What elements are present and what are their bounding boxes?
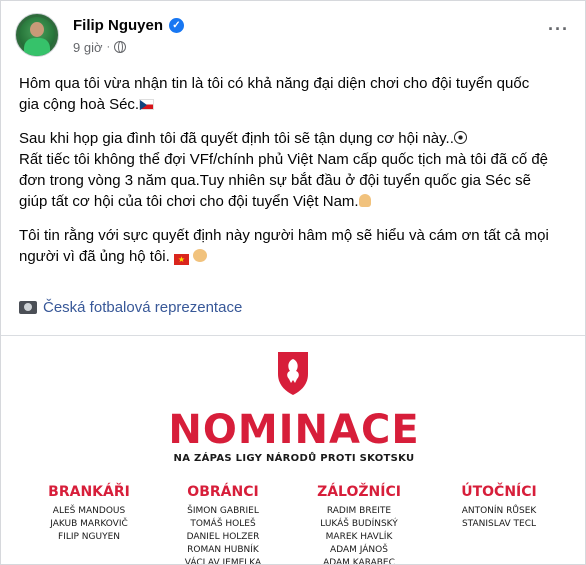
czech-football-crest-icon (278, 352, 308, 395)
paragraph-3: Tôi tin rằng với sực quyết định này ngườ… (19, 227, 549, 265)
column-midfielders: ZÁLOŽNÍCI RADIM BREITE LUKÁŠ BUDÍNSKÝ MA… (299, 483, 419, 565)
graphic-subtitle: NA ZÁPAS LIGY NÁRODŮ PROTI SKOTSKU (173, 453, 415, 464)
verified-badge-icon: ✓ (169, 17, 184, 33)
column-defenders: OBRÁNCI ŠIMON GABRIEL TOMÁŠ HOLEŠ DANIEL… (163, 483, 283, 565)
vietnam-flag-icon: ★ (173, 254, 189, 265)
column-heading: OBRÁNCI (187, 484, 259, 500)
tag-label[interactable]: Česká fotbalová reprezentace (43, 299, 242, 316)
czech-flag-icon (139, 99, 155, 110)
player-name: ŠIMON GABRIEL (187, 506, 259, 516)
paragraph-1: Hôm qua tôi vừa nhận tin là tôi có khả n… (19, 75, 530, 113)
column-goalkeepers: BRANKÁŘI ALEŠ MANDOUS JAKUB MARKOVIČ FIL… (29, 483, 149, 544)
player-name: RADIM BREITE (326, 506, 392, 516)
praying-hands-icon (358, 194, 371, 207)
player-name: MAREK HAVLÍK (325, 532, 393, 542)
post-meta: 9 giờ · (73, 39, 127, 55)
player-name: FILIP NGUYEN (58, 532, 120, 542)
author-name[interactable]: Filip Nguyen (73, 17, 163, 34)
post-time[interactable]: 9 giờ (73, 40, 103, 55)
photo-tag[interactable]: Česká fotbalová reprezentace (19, 299, 242, 316)
author-row: Filip Nguyen ✓ (73, 15, 184, 35)
column-heading: BRANKÁŘI (48, 484, 130, 500)
column-forwards: ÚTOČNÍCI ANTONÍN RŮSEK STANISLAV TECL (439, 483, 559, 531)
soccer-ball-icon (453, 131, 467, 144)
player-name: TOMÁŠ HOLEŠ (190, 519, 256, 529)
player-name: ROMAN HUBNÍK (187, 545, 259, 555)
player-name: JAKUB MARKOVIČ (50, 519, 128, 529)
column-heading: ÚTOČNÍCI (461, 484, 537, 500)
post-header: Filip Nguyen ✓ 9 giờ · ··· (15, 13, 571, 63)
player-name: VÁCLAV JEMELKA (184, 558, 262, 565)
camera-icon (19, 301, 37, 314)
separator-dot: · (106, 41, 111, 53)
player-name: ADAM JÁNOŠ (330, 545, 388, 555)
more-options-icon[interactable]: ··· (548, 19, 569, 40)
facebook-post: Filip Nguyen ✓ 9 giờ · ··· Hôm qua tôi v… (0, 0, 586, 565)
player-name: ANTONÍN RŮSEK (461, 506, 537, 516)
avatar[interactable] (15, 13, 59, 57)
graphic-title: NOMINACE (168, 407, 420, 453)
globe-icon[interactable] (114, 41, 127, 53)
player-name: LUKÁŠ BUDÍNSKÝ (320, 519, 398, 529)
paragraph-2: Sau khi họp gia đình tôi đã quyết định t… (19, 130, 549, 210)
player-name: DANIEL HOLZER (186, 532, 260, 542)
post-text: Hôm qua tôi vừa nhận tin là tôi có khả n… (19, 73, 549, 280)
player-name: STANISLAV TECL (461, 519, 537, 529)
column-heading: ZÁLOŽNÍCI (317, 484, 401, 500)
clapping-hands-icon (193, 249, 208, 262)
player-name: ALEŠ MANDOUS (52, 506, 126, 516)
player-name: ADAM KARABEC (323, 558, 395, 565)
